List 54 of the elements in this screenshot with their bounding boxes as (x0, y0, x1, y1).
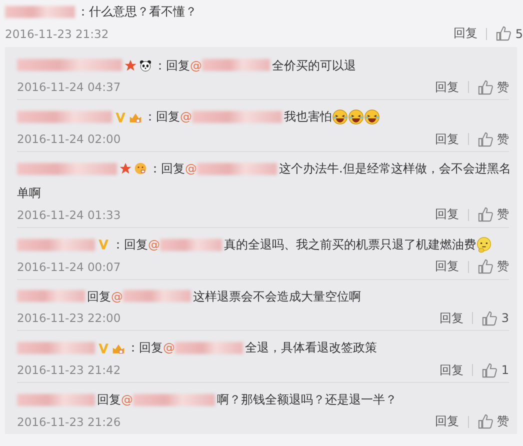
panda-icon (139, 58, 152, 72)
reply-link[interactable]: 回复 (435, 130, 459, 148)
reply-prefix: ：回复 (154, 58, 190, 72)
laughing-emoji-icon (332, 109, 348, 126)
timestamp: 2016-11-24 04:37 (17, 80, 121, 94)
timestamp: 2016-11-23 21:42 (17, 363, 121, 378)
reply-prefix: ：回复 (149, 162, 185, 176)
verified-v-icon (114, 110, 127, 124)
like-button[interactable]: 赞 (478, 258, 509, 276)
comment-text: ：什么意思？看不懂？ (77, 4, 197, 19)
reply-text: 单啊 (17, 186, 41, 200)
star-icon (124, 58, 137, 72)
verified-v-icon (97, 238, 110, 252)
laughing-emoji-icon (348, 109, 364, 126)
like-button[interactable]: 赞 (478, 78, 509, 96)
laughing-emoji-icon (364, 109, 380, 126)
timestamp: 2016-11-23 21:32 (5, 26, 109, 41)
like-button[interactable]: 赞 (478, 130, 509, 148)
reply-prefix: ：回复 (144, 110, 180, 124)
reply-prefix: 回复 (87, 289, 111, 304)
timestamp: 2016-11-23 21:26 (17, 414, 121, 429)
face-icon (134, 162, 147, 176)
reply-link[interactable]: 回复 (439, 310, 464, 327)
reply-link[interactable]: 回复 (453, 25, 478, 42)
reply-text: 全退，具体看退改签政策 (245, 341, 377, 356)
blurred-username (202, 59, 270, 72)
blurred-username (17, 290, 85, 302)
reply-link[interactable]: 回复 (435, 258, 459, 276)
reply-text: 这样退票会不会造成大量空位啊 (193, 289, 361, 304)
reply-prefix: ：回复 (112, 238, 148, 252)
thinking-emoji-icon (476, 236, 492, 253)
reply-link[interactable]: 回复 (435, 413, 459, 430)
reply-text: 真的全退吗、我之前买的机票只退了机建燃油费 (224, 238, 476, 252)
reply-link[interactable]: 回复 (439, 362, 464, 379)
timestamp: 2016-11-24 00:07 (17, 260, 121, 274)
reply-text: 我也害怕 (284, 110, 332, 124)
reply-text: 这个办法牛.但是经常这样做，会不会进黑名 (279, 162, 511, 176)
like-button[interactable]: 赞 (478, 206, 509, 224)
like-button[interactable]: 赞 (478, 413, 509, 430)
reply-text: 啊？那钱全额退吗？还是退一半？ (217, 392, 397, 407)
timestamp: 2016-11-24 02:00 (17, 132, 121, 146)
reply-link[interactable]: 回复 (435, 206, 459, 224)
timestamp: 2016-11-23 22:00 (17, 311, 121, 326)
blurred-username (175, 342, 243, 354)
reply-text: 全价买的可以退 (272, 58, 356, 72)
reply-prefix: ：回复 (127, 341, 163, 356)
blurred-username (123, 290, 191, 302)
reply-prefix: 回复 (97, 392, 121, 407)
verified-v-icon (97, 342, 110, 355)
star-icon (119, 162, 132, 176)
blurred-username (160, 238, 222, 251)
blurred-username (5, 6, 75, 18)
timestamp: 2016-11-24 01:33 (17, 208, 121, 222)
reply-link[interactable]: 回复 (435, 78, 459, 96)
